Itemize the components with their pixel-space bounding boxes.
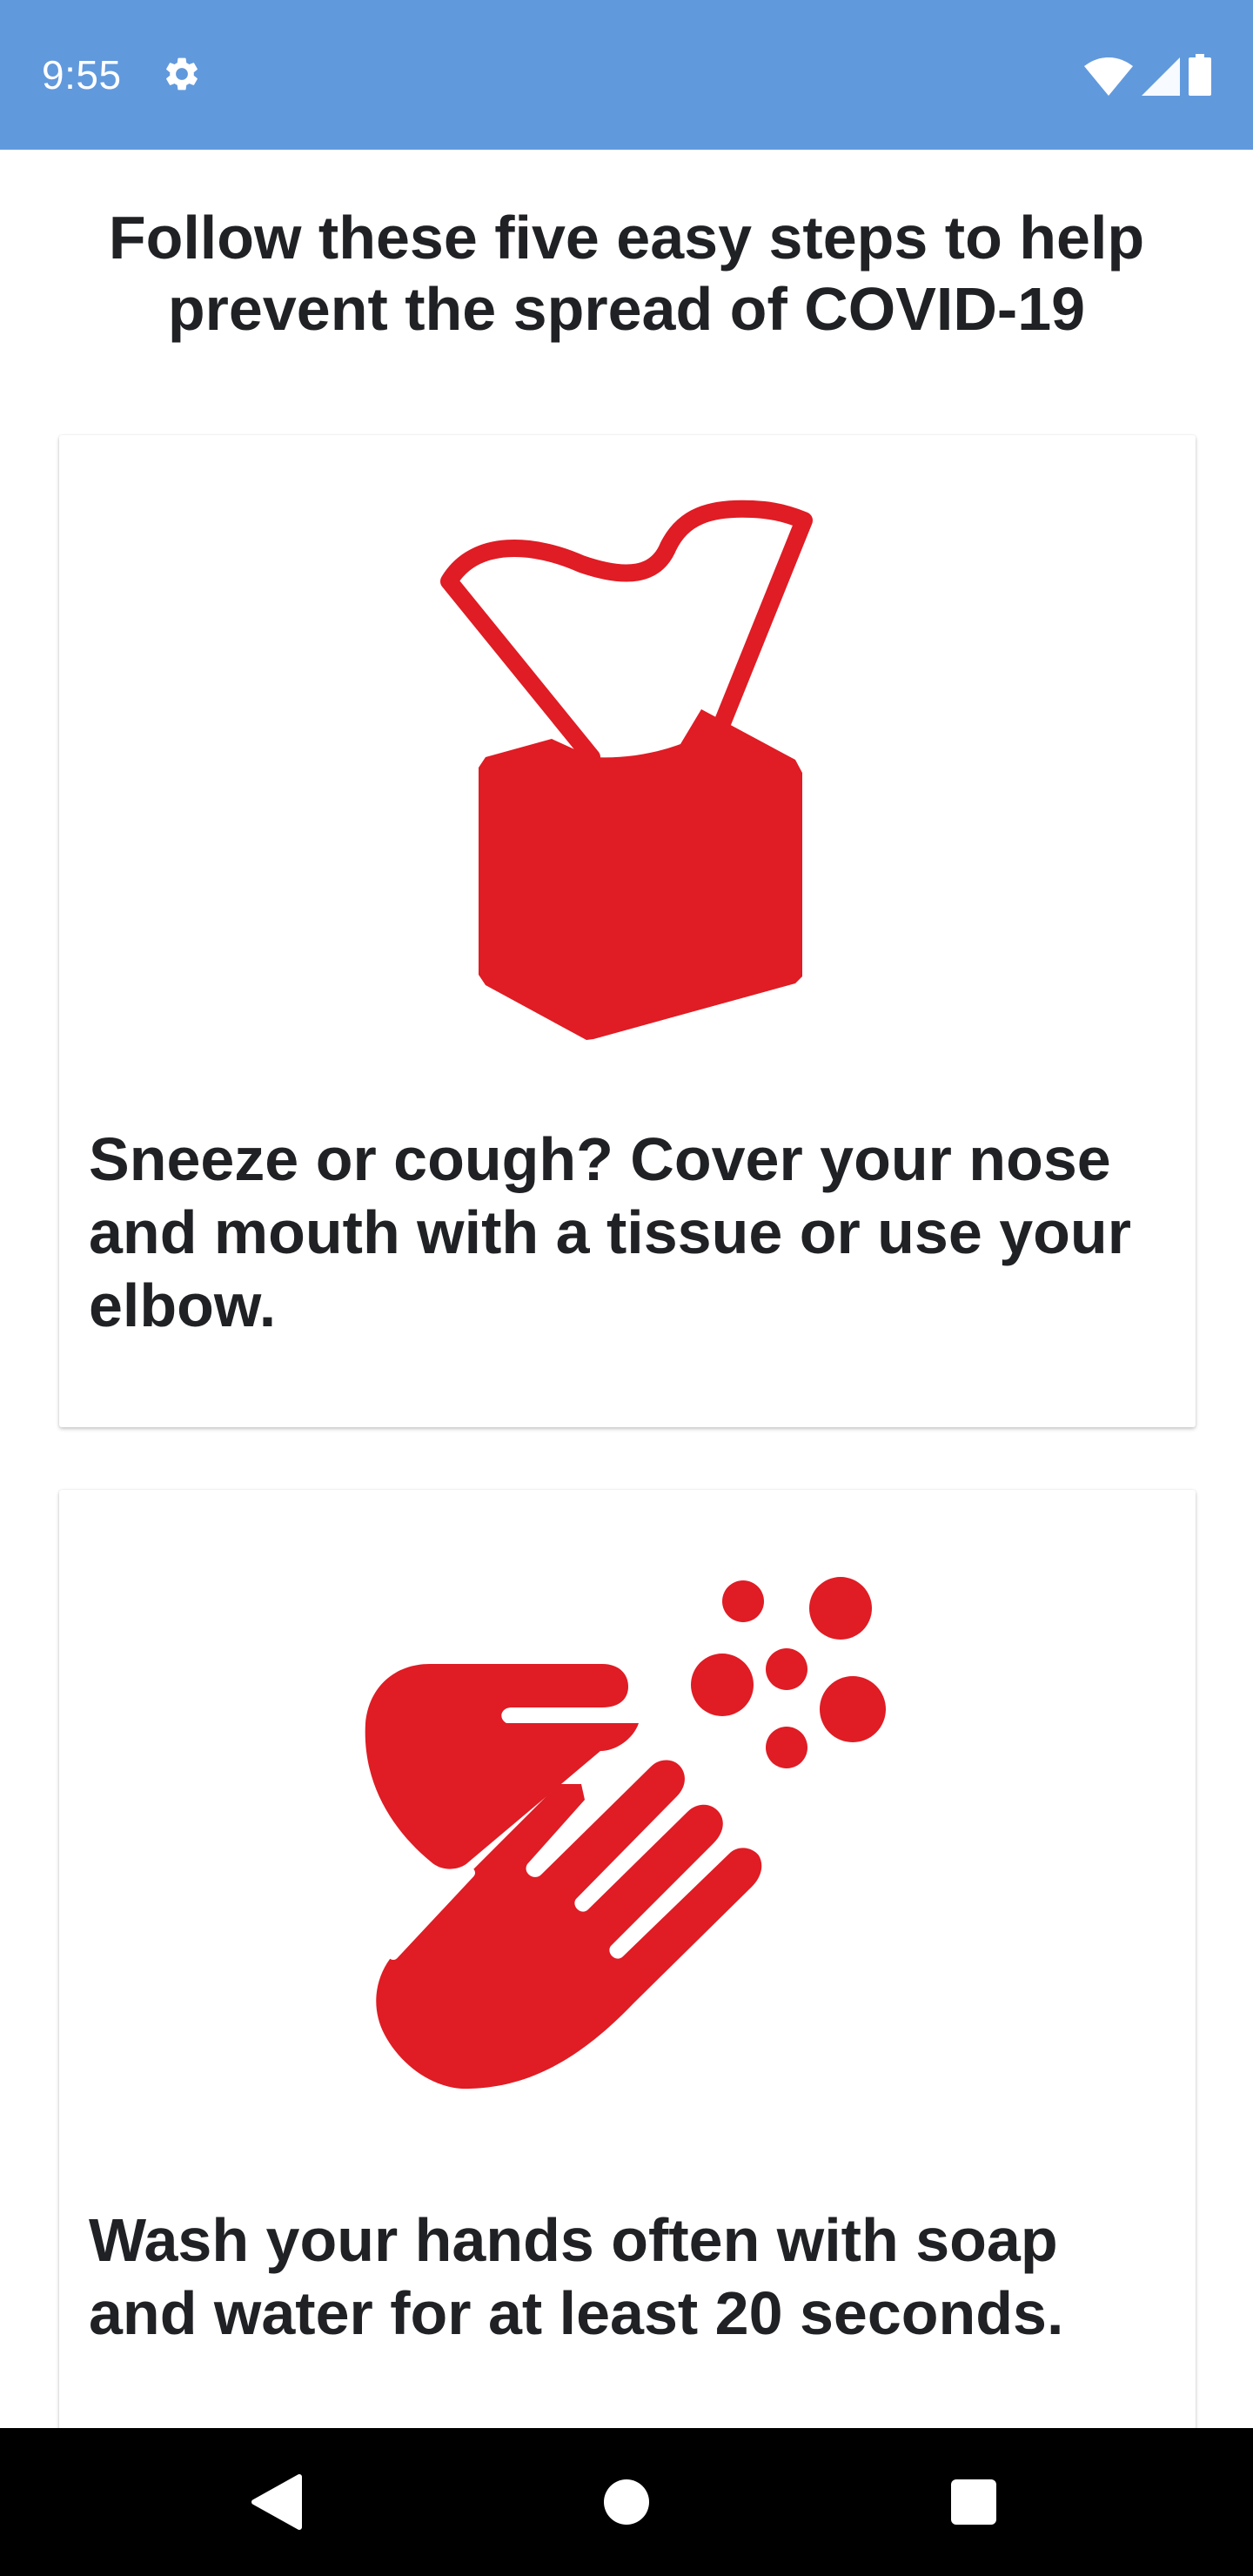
step-card-handwash: Wash your hands often with soap and wate…	[59, 1490, 1196, 2428]
home-icon[interactable]	[587, 2463, 666, 2541]
back-icon[interactable]	[237, 2463, 315, 2541]
signal-icon	[1142, 57, 1180, 96]
battery-icon	[1189, 54, 1211, 96]
status-bar: 9:55	[0, 0, 1253, 150]
status-time: 9:55	[42, 52, 122, 97]
recents-icon[interactable]	[935, 2463, 1013, 2541]
step-text-tissue: Sneeze or cough? Cover your nose and mou…	[89, 1125, 1131, 1339]
handwashing-icon	[365, 1577, 886, 2090]
system-nav-bar	[0, 2428, 1253, 2576]
gear-icon	[166, 57, 198, 91]
page-title: Follow these five easy steps to help pre…	[108, 204, 1145, 343]
content-scroll-area[interactable]: Follow these five easy steps to help pre…	[0, 150, 1253, 2428]
wifi-icon	[1084, 57, 1133, 96]
step-text-handwash: Wash your hands often with soap and wate…	[89, 2206, 1064, 2347]
tissue-box-icon	[440, 500, 813, 1040]
step-card-tissue: Sneeze or cough? Cover your nose and mou…	[59, 435, 1196, 1427]
status-icons	[1084, 54, 1211, 96]
